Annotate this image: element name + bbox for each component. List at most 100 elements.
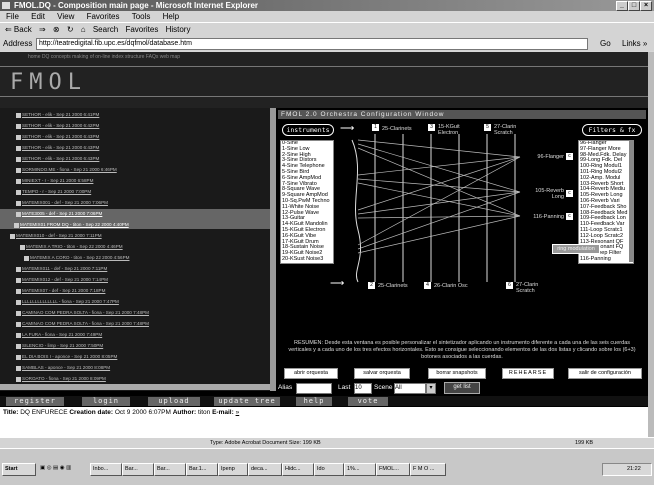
composition-item[interactable]: MATEMIX A CORO - titon - Sep 22 2000 4:5… [30,254,130,262]
instruments-list[interactable]: 0-Sine 1-Sine Low 2-Sine High 3-Sine Distor… [280,140,334,264]
save-orchestra-button[interactable]: salvar orquesta [354,368,410,379]
back-button[interactable]: ⇐ Back [5,25,32,34]
taskbar-button[interactable]: 1%... [344,463,376,476]
taskbar-button[interactable]: Bar.1... [186,463,218,476]
header-links[interactable]: home DQ concepts making of on-line index… [28,54,180,60]
scene-select[interactable]: All [394,383,426,394]
tree-node-icon[interactable] [16,200,21,206]
refresh-icon[interactable]: ↻ [67,25,74,34]
tree-node-icon[interactable] [10,233,15,239]
composition-item[interactable]: MATEMIX01 FROM DQ - titon - Sep 22 2000 … [20,221,129,229]
minimize-button[interactable]: _ [616,1,628,11]
quick-launch-icons[interactable]: ▣ ◎ ▤ ◉ ▥ [38,463,88,474]
taskbar-button[interactable]: FMOL... [376,463,410,476]
start-button[interactable]: Start [2,463,36,476]
links-button[interactable]: Links » [622,37,647,51]
home-icon[interactable]: ⌂ [81,25,86,34]
fx-slot-1[interactable]: c [566,153,573,160]
chevron-down-icon[interactable]: ▾ [426,383,436,394]
composition-item[interactable]: CAMINAO COM PEDRA SOLTA - fiona - Sep 21… [22,309,149,317]
help-button[interactable]: help [296,397,332,406]
tree-node-icon[interactable] [16,365,21,371]
open-orchestra-button[interactable]: abrir orquesta [284,368,338,379]
tree-node-icon[interactable] [16,354,21,360]
stop-icon[interactable]: ⊗ [53,25,60,34]
page-scrollbar[interactable] [648,52,654,437]
tree-node-icon[interactable] [16,277,21,283]
ring-modulation-button[interactable]: ring modulation [552,244,600,254]
composition-item[interactable]: TEMPO - r - Sep 21 2000 7:00PM [22,188,91,196]
menu-tools[interactable]: Tools [132,12,151,21]
composition-item[interactable]: LA FURA - fiona - Sep 21 2000 7:49PM [22,331,102,339]
composition-item[interactable]: SOROATO - fiona - Sep 21 2000 8:09PM [22,375,106,383]
filters-scrollbar[interactable] [629,140,633,262]
string-slot-2[interactable]: 2 [368,282,375,289]
tree-node-icon[interactable] [16,211,21,217]
search-button[interactable]: Search [93,25,118,34]
taskbar-button[interactable]: Bar... [122,463,154,476]
tree-node-icon[interactable] [16,343,21,349]
tree-node-icon[interactable] [16,134,21,140]
vote-button[interactable]: vote [348,397,388,406]
taskbar-button[interactable]: Ipenp [218,463,248,476]
menu-view[interactable]: View [57,12,74,21]
menu-help[interactable]: Help [163,12,179,21]
composition-item[interactable]: SETHOR - elik - Sep 21 2000 6:43PM [22,155,99,163]
delete-snapshots-button[interactable]: borrar snapshots [428,368,486,379]
string-slot-6[interactable]: 6 [506,282,513,289]
composition-item[interactable]: MATEMIX010 - def - Sep 21 2000 7:11PM [16,232,102,240]
tree-node-icon[interactable] [20,244,25,250]
tree-node-icon[interactable] [16,178,21,184]
get-list-button[interactable]: get list [444,382,480,394]
tree-node-icon[interactable] [14,222,19,228]
tree-node-icon[interactable] [16,299,21,305]
composition-item[interactable]: CAMINAO COM PEDRA SOLTA - fiona - Sep 21… [22,320,149,328]
composition-item[interactable]: MATEMIX A TRIO - titon - Sep 22 2000 4:4… [26,243,123,251]
composition-item[interactable]: MATE3005 - def - Sep 21 2000 7:06PM [22,210,102,218]
tree-node-icon[interactable] [16,332,21,338]
composition-item[interactable]: SETHOR - elik - Sep 21 2000 6:43PM [22,144,99,152]
composition-item[interactable]: SETHOR - elik - Sep 21 2000 6:43PM [22,133,99,141]
tree-node-icon[interactable] [16,266,21,272]
go-button[interactable]: Go [600,37,611,51]
tree-node-icon[interactable] [16,112,21,118]
composition-item[interactable]: MATEMIX07 - def - Sep 21 2000 7:18PM [22,287,105,295]
tree-node-icon[interactable] [16,321,21,327]
tree-node-icon[interactable] [16,189,21,195]
tree-node-icon[interactable] [16,310,21,316]
taskbar-button[interactable]: Inbo... [90,463,122,476]
taskbar-button[interactable]: Ido [314,463,344,476]
tree-node-icon[interactable] [16,156,21,162]
menu-edit[interactable]: Edit [31,12,45,21]
close-button[interactable]: × [640,1,652,11]
tree-hscrollbar[interactable] [0,384,270,390]
update-tree-button[interactable]: update tree [214,397,280,406]
string-slot-1[interactable]: 1 [372,124,379,131]
composition-item[interactable]: MINIEXT - r - Sep 21 2000 6:58PM [22,177,93,185]
taskbar-button[interactable]: Hidc... [282,463,314,476]
favorites-button[interactable]: Favorites [125,25,158,34]
instrument-option[interactable]: 20-KSust Noise3 [281,256,333,263]
tree-node-icon[interactable] [16,288,21,294]
composition-item[interactable]: LLLLLLLLLLLLLL - fiona - Sep 21 2000 7:4… [22,298,119,306]
fx-slot-2[interactable]: c [566,190,573,197]
tree-node-icon[interactable] [24,255,29,261]
exit-config-button[interactable]: salir de configuración [568,368,642,379]
composition-item[interactable]: SILENCIO - limp - Sep 21 2000 7:50PM [22,342,103,350]
fx-slot-3[interactable]: c [566,213,573,220]
string-slot-3[interactable]: 3 [428,124,435,131]
tree-node-icon[interactable] [16,123,21,129]
composition-item[interactable]: SORMINDO.ME - fiona - Sep 21 2000 6:46PM [22,166,117,174]
composition-item[interactable]: SETHOR - elik - Sep 21 2000 6:42PM [22,122,99,130]
string-slot-5[interactable]: 5 [484,124,491,131]
tree-node-icon[interactable] [16,167,21,173]
taskbar-button[interactable]: deca... [248,463,282,476]
alias-input[interactable] [296,383,332,394]
composition-item[interactable]: MATEMIX011 - def - Sep 21 2000 7:11PM [22,265,107,273]
menu-favorites[interactable]: Favorites [87,12,120,21]
composition-item[interactable]: SAMBLAS - aponce - Sep 21 2000 8:08PM [22,364,110,372]
last-input[interactable]: 10 [354,383,372,394]
filter-option[interactable]: 116-Panning [579,256,633,263]
taskbar-button[interactable]: F M O ... [410,463,446,476]
menu-file[interactable]: File [6,12,19,21]
